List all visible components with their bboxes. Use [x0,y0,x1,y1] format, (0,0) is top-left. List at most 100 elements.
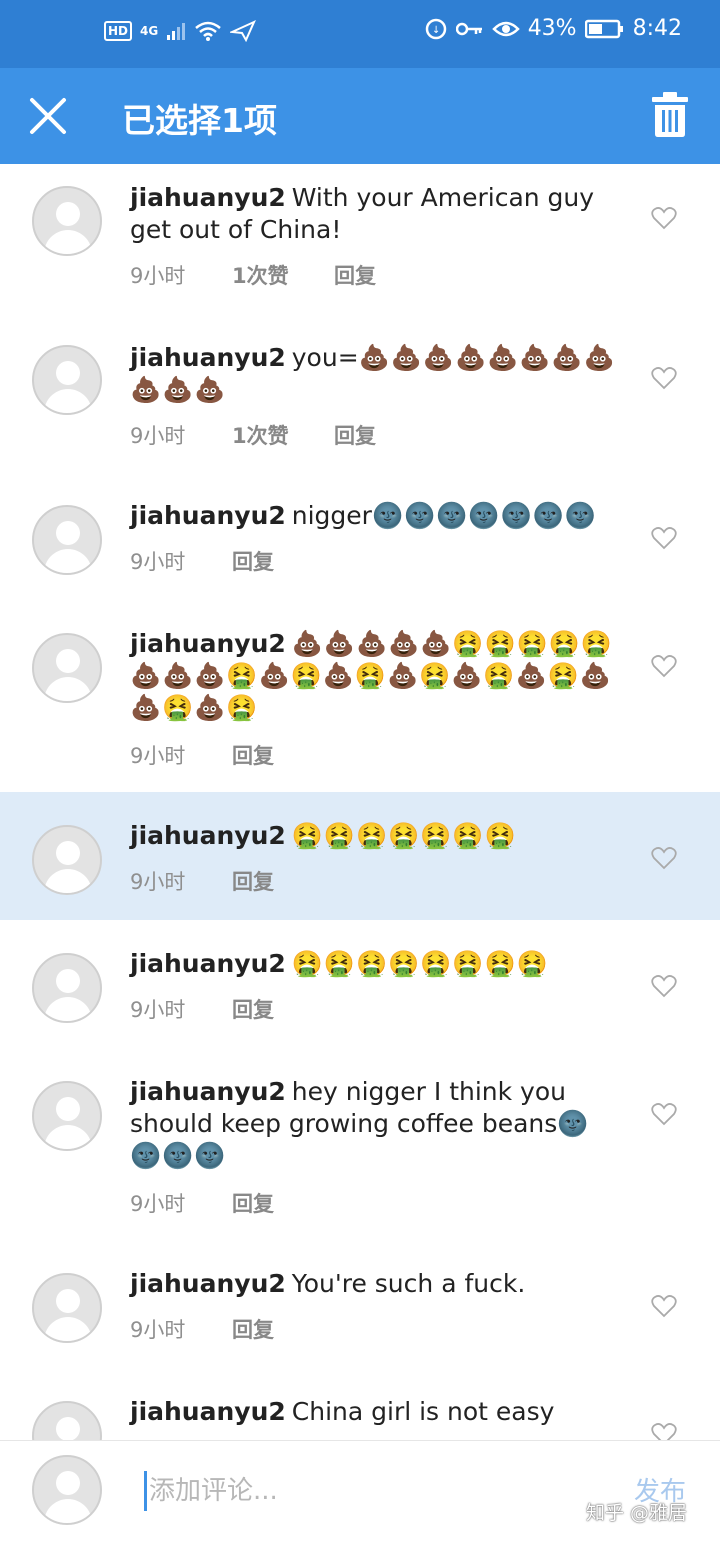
comment-meta: 9小时 回复 [130,866,274,896]
my-avatar [32,1455,102,1525]
comment-input[interactable]: 添加评论... [144,1471,589,1511]
comment-emoji: 🤮🤮🤮🤮🤮🤮🤮 [291,821,517,850]
comment-username[interactable]: jiahuanyu2 [130,949,286,978]
send-icon [230,20,257,42]
comment-text: jiahuanyu2 With your American guy get out… [130,182,620,246]
comment-username[interactable]: jiahuanyu2 [130,501,286,530]
avatar[interactable] [32,505,102,575]
comment-body: China girl is not easy [291,1397,555,1426]
reply-button[interactable]: 回复 [232,994,274,1024]
selection-action-bar: 已选择1项 [0,68,720,164]
comment-item-selected[interactable]: jiahuanyu2 🤮🤮🤮🤮🤮🤮🤮 9小时 回复 [0,792,720,920]
heart-icon[interactable] [651,1102,677,1126]
heart-icon[interactable] [651,846,677,870]
comment-username[interactable]: jiahuanyu2 [130,1397,286,1426]
comment-time: 9小时 [130,870,186,894]
comment-emoji: 🤮🤮🤮🤮🤮🤮🤮🤮 [291,949,549,978]
reply-button[interactable]: 回复 [232,1314,274,1344]
heart-icon[interactable] [651,654,677,678]
svg-text:↓: ↓ [432,25,440,36]
comment-username[interactable]: jiahuanyu2 [130,1077,286,1106]
clock: 8:42 [632,16,682,41]
avatar[interactable] [32,953,102,1023]
comment-emoji: 🌚🌚🌚🌚🌚🌚🌚 [371,501,597,530]
comment-time: 9小时 [130,264,186,288]
comment-item[interactable]: jiahuanyu2 China girl is not easy [0,1368,720,1440]
comment-meta: 9小时 回复 [130,994,274,1024]
comment-text: jiahuanyu2 hey nigger I think you should … [130,1076,620,1172]
reply-button[interactable]: 回复 [334,420,376,450]
signal-bars-icon [167,23,186,40]
comment-text: jiahuanyu2 💩💩💩💩💩🤮🤮🤮🤮🤮💩💩💩🤮💩🤮💩🤮💩🤮💩🤮💩🤮💩💩🤮💩🤮 [130,628,620,724]
comment-meta: 9小时 1次赞 回复 [130,260,376,290]
comment-item[interactable]: jiahuanyu2 nigger🌚🌚🌚🌚🌚🌚🌚 9小时 回复 [0,472,720,600]
status-left-icons: HD 4G [104,20,257,42]
reply-button[interactable]: 回复 [232,546,274,576]
comment-input-bar: 添加评论... 发布 [0,1440,720,1541]
comment-item[interactable]: jiahuanyu2 hey nigger I think you should … [0,1048,720,1240]
comment-time: 9小时 [130,998,186,1022]
comment-time: 9小时 [130,1192,186,1216]
heart-icon[interactable] [651,1422,677,1440]
battery-percent: 43% [527,16,577,41]
hd-icon: HD [104,21,133,41]
comment-meta: 9小时 回复 [130,740,274,770]
comment-list[interactable]: jiahuanyu2 With your American guy get out… [0,164,720,1440]
avatar[interactable] [32,345,102,415]
comment-item[interactable]: jiahuanyu2 💩💩💩💩💩🤮🤮🤮🤮🤮💩💩💩🤮💩🤮💩🤮💩🤮💩🤮💩🤮💩💩🤮💩🤮 … [0,600,720,792]
comment-username[interactable]: jiahuanyu2 [130,629,286,658]
comment-item[interactable]: jiahuanyu2 You're such a fuck. 9小时 回复 [0,1240,720,1368]
comment-meta: 9小时 回复 [130,1314,274,1344]
avatar[interactable] [32,1273,102,1343]
comment-meta: 9小时 回复 [130,546,274,576]
reply-button[interactable]: 回复 [232,866,274,896]
comment-time: 9小时 [130,550,186,574]
reply-button[interactable]: 回复 [232,740,274,770]
heart-icon[interactable] [651,526,677,550]
comment-body: you= [291,343,359,372]
heart-icon[interactable] [651,974,677,998]
comment-text: jiahuanyu2 nigger🌚🌚🌚🌚🌚🌚🌚 [130,500,620,532]
comment-text: jiahuanyu2 🤮🤮🤮🤮🤮🤮🤮 [130,820,620,852]
comment-item[interactable]: jiahuanyu2 you=💩💩💩💩💩💩💩💩💩💩💩 9小时 1次赞 回复 [0,312,720,472]
avatar[interactable] [32,1081,102,1151]
page-title: 已选择1项 [122,101,277,140]
eye-icon [491,21,520,36]
comment-username[interactable]: jiahuanyu2 [130,821,286,850]
comment-text: jiahuanyu2 You're such a fuck. [130,1268,620,1300]
comment-username[interactable]: jiahuanyu2 [130,183,286,212]
trash-icon[interactable] [650,92,690,138]
avatar[interactable] [32,1401,102,1440]
heart-icon[interactable] [651,206,677,230]
comment-text: jiahuanyu2 🤮🤮🤮🤮🤮🤮🤮🤮 [130,948,620,980]
comment-item[interactable]: jiahuanyu2 🤮🤮🤮🤮🤮🤮🤮🤮 9小时 回复 [0,920,720,1048]
wifi-icon [195,21,222,41]
battery-icon [584,19,623,38]
avatar[interactable] [32,825,102,895]
comment-likes: 1次赞 [232,424,289,448]
close-icon[interactable] [26,94,70,138]
comment-text: jiahuanyu2 China girl is not easy [130,1396,620,1428]
avatar[interactable] [32,186,102,256]
comment-likes: 1次赞 [232,264,289,288]
comment-body: You're such a fuck. [291,1269,526,1298]
comment-time: 9小时 [130,1318,186,1342]
comment-meta: 9小时 回复 [130,1188,274,1218]
status-bar: HD 4G ↓ 43% 8:42 [0,0,720,68]
heart-icon[interactable] [651,1294,677,1318]
comment-time: 9小时 [130,424,186,448]
comment-text: jiahuanyu2 you=💩💩💩💩💩💩💩💩💩💩💩 [130,342,620,406]
reply-button[interactable]: 回复 [232,1188,274,1218]
key-icon [455,22,482,35]
reply-button[interactable]: 回复 [334,260,376,290]
data-saver-icon: ↓ [425,18,446,39]
status-right-icons: ↓ 43% 8:42 [424,16,682,41]
comment-username[interactable]: jiahuanyu2 [130,1269,286,1298]
comment-time: 9小时 [130,744,186,768]
comment-item[interactable]: jiahuanyu2 With your American guy get out… [0,164,720,312]
comment-username[interactable]: jiahuanyu2 [130,343,286,372]
watermark: 知乎 @雅居 [586,1502,688,1524]
avatar[interactable] [32,633,102,703]
heart-icon[interactable] [651,366,677,390]
signal-label: 4G [140,24,159,38]
